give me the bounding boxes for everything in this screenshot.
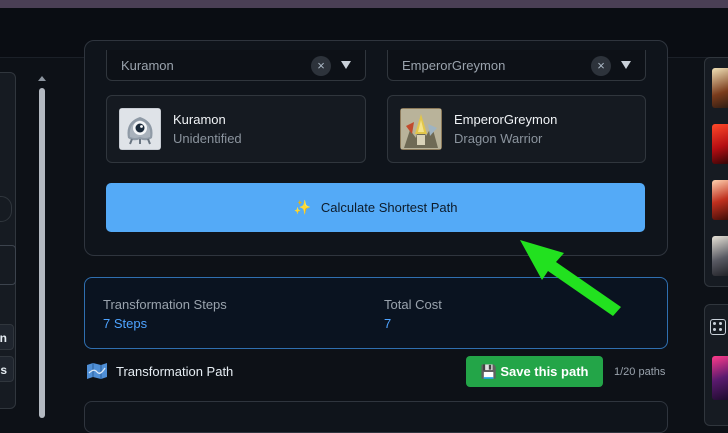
target-select-value: EmperorGreymon: [402, 58, 506, 73]
target-digimon-select[interactable]: EmperorGreymon ×: [387, 50, 646, 81]
transformation-steps-label: Transformation Steps: [103, 297, 227, 312]
dice-icon[interactable]: [710, 319, 726, 335]
map-icon: [87, 363, 107, 379]
save-path-button[interactable]: 💾 Save this path: [466, 356, 603, 387]
calculate-shortest-path-button[interactable]: ✨ Calculate Shortest Path: [106, 183, 645, 232]
total-cost-value: 7: [384, 316, 392, 331]
target-digimon-name: EmperorGreymon: [454, 112, 558, 127]
target-digimon-card: EmperorGreymon Dragon Warrior: [387, 95, 646, 163]
calculate-button-label: Calculate Shortest Path: [320, 200, 458, 215]
scroll-up-icon[interactable]: [38, 76, 46, 81]
source-digimon-select[interactable]: Kuramon ×: [106, 50, 366, 81]
right-sidebar-thumbnail-1[interactable]: [712, 68, 728, 108]
right-sidebar-thumbnail-3[interactable]: [712, 180, 728, 220]
source-digimon-card: Kuramon Unidentified: [106, 95, 366, 163]
right-sidebar-thumbnail-4[interactable]: [712, 236, 728, 276]
target-chevron-down-icon[interactable]: [621, 61, 631, 69]
path-summary-panel: Transformation Steps 7 Steps Total Cost …: [84, 277, 668, 349]
floppy-disk-icon: 💾: [480, 364, 497, 379]
sparkles-icon: ✨: [293, 199, 311, 215]
save-path-label: Save this path: [500, 364, 589, 379]
browser-top-strip: [0, 0, 728, 8]
transformation-steps-value: 7 Steps: [103, 316, 148, 331]
transformation-path-title: Transformation Path: [116, 364, 234, 379]
right-sidebar-thumbnail-2[interactable]: [712, 124, 728, 164]
scrollbar-thumb[interactable]: [39, 88, 45, 418]
source-select-value: Kuramon: [121, 58, 174, 73]
total-cost-label: Total Cost: [384, 297, 442, 312]
saved-paths-count: 1/20 paths: [614, 366, 666, 378]
target-clear-icon[interactable]: ×: [591, 56, 611, 76]
source-digimon-level: Unidentified: [173, 131, 242, 146]
right-sidebar-thumbnail-5[interactable]: [712, 356, 728, 400]
target-digimon-level: Dragon Warrior: [454, 131, 543, 146]
left-scrollbar[interactable]: [37, 72, 47, 418]
left-sidebar-button-1[interactable]: n: [0, 324, 14, 350]
left-sidebar-input[interactable]: [0, 245, 16, 285]
emperorgreymon-portrait-icon: [400, 108, 442, 150]
source-digimon-name: Kuramon: [173, 112, 226, 127]
left-sidebar-button-2[interactable]: ns: [0, 356, 14, 382]
path-steps-card: [84, 401, 668, 433]
source-chevron-down-icon[interactable]: [341, 61, 351, 69]
kuramon-portrait-icon: [119, 108, 161, 150]
source-clear-icon[interactable]: ×: [311, 56, 331, 76]
